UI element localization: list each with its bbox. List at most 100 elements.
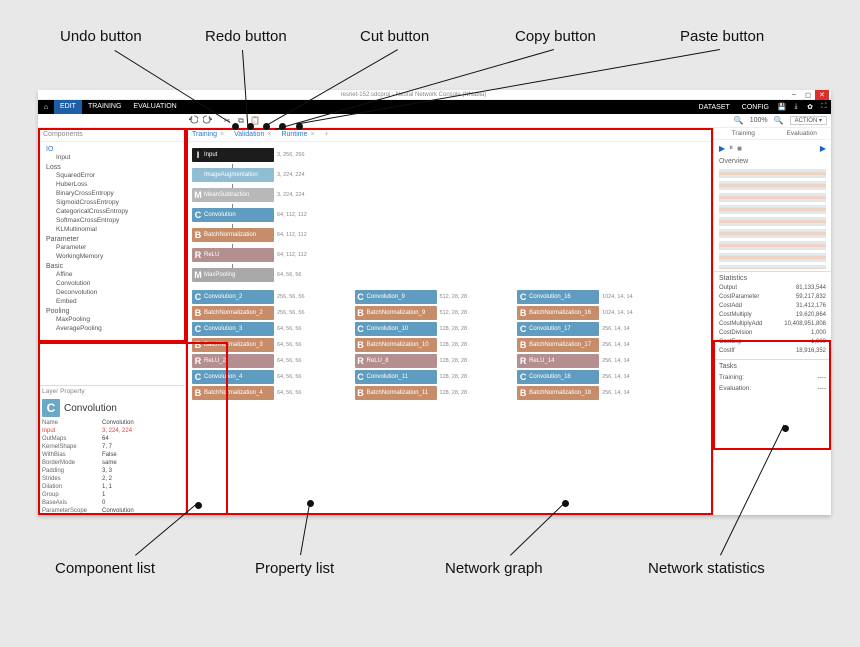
overview-minimap[interactable] bbox=[719, 169, 826, 269]
graph-node[interactable]: CConvolution bbox=[192, 208, 274, 222]
subtab-runtime[interactable]: Runtime× bbox=[281, 131, 314, 138]
menu-evaluation[interactable]: EVALUATION bbox=[127, 100, 182, 114]
right-tab-evaluation[interactable]: Evaluation bbox=[773, 128, 832, 139]
redo-button[interactable] bbox=[200, 115, 214, 126]
cat-basic[interactable]: Basic bbox=[46, 263, 185, 270]
menu-dataset[interactable]: DATASET bbox=[693, 104, 736, 111]
close-icon[interactable]: × bbox=[220, 131, 224, 138]
save-icon[interactable]: 💾 bbox=[775, 103, 789, 111]
settings-icon[interactable]: ✿ bbox=[803, 103, 817, 111]
close-icon[interactable]: × bbox=[311, 131, 315, 138]
list-item[interactable]: SquaredError bbox=[46, 171, 185, 180]
graph-node[interactable]: MMeanSubtraction bbox=[192, 188, 274, 202]
list-item[interactable]: AveragePooling bbox=[46, 324, 185, 333]
graph-node[interactable]: CConvolution_4 bbox=[192, 370, 274, 384]
network-graph[interactable]: IInput3, 256, 256ImageAugmentation3, 224… bbox=[186, 142, 713, 402]
property-row[interactable]: Padding3, 3 bbox=[38, 467, 185, 475]
property-row[interactable]: Input3, 224, 224 bbox=[38, 427, 185, 435]
center-canvas[interactable]: Training× Validation× Runtime× + IInput3… bbox=[186, 128, 713, 515]
graph-node[interactable]: CConvolution_17 bbox=[517, 322, 599, 336]
graph-node[interactable]: BBatchNormalization bbox=[192, 228, 274, 242]
subtab-training[interactable]: Training× bbox=[192, 131, 224, 138]
graph-node[interactable]: BBatchNormalization_18 bbox=[517, 386, 599, 400]
graph-node[interactable]: BBatchNormalization_3 bbox=[192, 338, 274, 352]
graph-node[interactable]: RReLU bbox=[192, 248, 274, 262]
graph-node[interactable]: CConvolution_3 bbox=[192, 322, 274, 336]
subtab-add[interactable]: + bbox=[325, 131, 329, 138]
menu-config[interactable]: CONFIG bbox=[736, 104, 775, 111]
property-row[interactable]: KernelShape7, 7 bbox=[38, 443, 185, 451]
menu-training[interactable]: TRAINING bbox=[82, 100, 127, 114]
list-item[interactable]: WorkingMemory bbox=[46, 252, 185, 261]
list-item[interactable]: BinaryCrossEntropy bbox=[46, 189, 185, 198]
property-row[interactable]: BorderModesame bbox=[38, 459, 185, 467]
list-item[interactable]: Embed bbox=[46, 297, 185, 306]
list-item[interactable]: CategoricalCrossEntropy bbox=[46, 207, 185, 216]
close-icon[interactable]: × bbox=[267, 131, 271, 138]
cut-button[interactable]: ✂ bbox=[220, 116, 234, 125]
list-item[interactable]: KLMultinomial bbox=[46, 225, 185, 234]
property-row[interactable]: Dilation1, 1 bbox=[38, 483, 185, 491]
export-icon[interactable]: ⤓ bbox=[789, 103, 803, 111]
paste-button[interactable]: 📋 bbox=[248, 116, 262, 125]
zoom-out-icon[interactable]: 🔍 bbox=[732, 116, 746, 125]
property-row[interactable]: Strides2, 2 bbox=[38, 475, 185, 483]
play-icon[interactable]: ▶ bbox=[820, 144, 826, 153]
graph-node[interactable]: RReLU_2 bbox=[192, 354, 274, 368]
graph-node[interactable]: MMaxPooling bbox=[192, 268, 274, 282]
property-row[interactable]: NameConvolution bbox=[38, 419, 185, 427]
graph-node[interactable]: RReLU_14 bbox=[517, 354, 599, 368]
close-button[interactable]: ✕ bbox=[815, 90, 829, 100]
cat-loss[interactable]: Loss bbox=[46, 164, 185, 171]
list-item[interactable]: Parameter bbox=[46, 243, 185, 252]
copy-button[interactable]: ⧉ bbox=[234, 116, 248, 126]
component-tree[interactable]: IO Input Loss SquaredError HuberLoss Bin… bbox=[38, 142, 185, 385]
property-row[interactable]: WithBiasFalse bbox=[38, 451, 185, 459]
list-item[interactable]: HuberLoss bbox=[46, 180, 185, 189]
action-button[interactable]: ACTION ▾ bbox=[790, 116, 827, 125]
graph-node[interactable]: IInput bbox=[192, 148, 274, 162]
graph-node[interactable]: CConvolution_16 bbox=[517, 290, 599, 304]
graph-node[interactable]: CConvolution_18 bbox=[517, 370, 599, 384]
play-icon[interactable]: ▶ bbox=[719, 144, 725, 153]
list-item[interactable]: Deconvolution bbox=[46, 288, 185, 297]
pause-icon[interactable]: ⏸ bbox=[729, 143, 733, 153]
components-title: Components bbox=[38, 128, 185, 142]
graph-node[interactable]: BBatchNormalization_9 bbox=[355, 306, 437, 320]
comp-input[interactable]: Input bbox=[46, 153, 185, 162]
graph-node[interactable]: BBatchNormalization_11 bbox=[355, 386, 437, 400]
property-row[interactable]: OutMaps64 bbox=[38, 435, 185, 443]
right-tab-training[interactable]: Training bbox=[714, 128, 773, 139]
home-button[interactable]: ⌂ bbox=[38, 104, 54, 111]
minimize-button[interactable]: – bbox=[787, 90, 801, 100]
expand-icon[interactable]: ⛶ bbox=[817, 103, 831, 111]
list-item[interactable]: SoftmaxCrossEntropy bbox=[46, 216, 185, 225]
graph-node[interactable]: CConvolution_2 bbox=[192, 290, 274, 304]
property-row[interactable]: ParameterScopeConvolution bbox=[38, 507, 185, 515]
graph-node[interactable]: BBatchNormalization_10 bbox=[355, 338, 437, 352]
graph-node[interactable]: CConvolution_10 bbox=[355, 322, 437, 336]
graph-node[interactable]: CConvolution_11 bbox=[355, 370, 437, 384]
cat-pooling[interactable]: Pooling bbox=[46, 308, 185, 315]
graph-node[interactable]: BBatchNormalization_17 bbox=[517, 338, 599, 352]
maximize-button[interactable]: ◻ bbox=[801, 90, 815, 100]
list-item[interactable]: Affine bbox=[46, 270, 185, 279]
graph-node[interactable]: CConvolution_9 bbox=[355, 290, 437, 304]
graph-node[interactable]: BBatchNormalization_16 bbox=[517, 306, 599, 320]
stop-icon[interactable]: ■ bbox=[737, 144, 742, 153]
zoom-in-icon[interactable]: 🔍 bbox=[772, 116, 786, 125]
subtab-validation[interactable]: Validation× bbox=[234, 131, 271, 138]
property-row[interactable]: BaseAxis0 bbox=[38, 499, 185, 507]
list-item[interactable]: SigmoidCrossEntropy bbox=[46, 198, 185, 207]
menu-edit[interactable]: EDIT bbox=[54, 100, 82, 114]
graph-node[interactable]: RReLU_8 bbox=[355, 354, 437, 368]
cat-parameter[interactable]: Parameter bbox=[46, 236, 185, 243]
graph-node[interactable]: ImageAugmentation bbox=[192, 168, 274, 182]
cat-io[interactable]: IO bbox=[46, 146, 185, 153]
property-row[interactable]: Group1 bbox=[38, 491, 185, 499]
graph-node[interactable]: BBatchNormalization_2 bbox=[192, 306, 274, 320]
list-item[interactable]: MaxPooling bbox=[46, 315, 185, 324]
list-item[interactable]: Convolution bbox=[46, 279, 185, 288]
undo-button[interactable] bbox=[186, 115, 200, 126]
graph-node[interactable]: BBatchNormalization_4 bbox=[192, 386, 274, 400]
